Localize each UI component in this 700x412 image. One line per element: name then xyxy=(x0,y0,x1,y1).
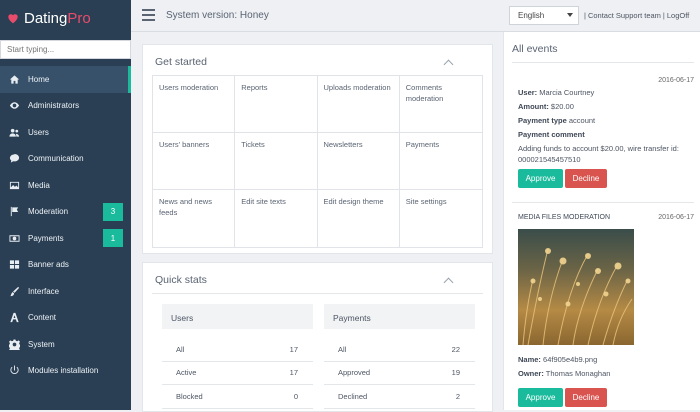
sidebar-item-label: Interface xyxy=(28,286,60,296)
sidebar-item-administrators[interactable]: Administrators xyxy=(0,93,131,120)
quick-stats-title: Quick stats xyxy=(155,274,207,286)
get-started-link[interactable]: Uploads moderation xyxy=(317,76,400,133)
media-name: Name: 64f905e4b9.png xyxy=(518,355,598,364)
sidebar: DatingPro Home Administrators Users Comm… xyxy=(0,0,131,410)
get-started-link[interactable]: Comments moderation xyxy=(399,76,482,133)
grid-icon xyxy=(8,259,20,271)
sidebar-item-label: Banner ads xyxy=(28,260,69,270)
table-row[interactable]: Blocked 0 xyxy=(162,385,313,409)
event-amount: Amount: $20.00 xyxy=(518,102,574,111)
table-row[interactable]: Active 17 xyxy=(162,362,313,385)
top-links: | Contact Support team | LogOff xyxy=(584,11,690,20)
font-icon xyxy=(8,312,20,324)
get-started-title: Get started xyxy=(155,56,207,68)
sidebar-item-home[interactable]: Home xyxy=(0,66,131,93)
event-user: User: Marcia Courtney xyxy=(518,88,595,97)
get-started-grid: Users moderation Reports Uploads moderat… xyxy=(152,75,483,248)
chevron-down-icon xyxy=(567,13,573,17)
gear-icon xyxy=(8,338,20,350)
logoff-link[interactable]: LogOff xyxy=(667,11,689,20)
chevron-up-icon[interactable] xyxy=(443,277,454,288)
menu-icon[interactable] xyxy=(142,9,155,21)
get-started-link[interactable]: Edit design theme xyxy=(318,190,400,247)
heart-icon xyxy=(6,11,20,25)
sidebar-item-label: Users xyxy=(28,127,49,137)
approve-payment-button[interactable]: Approve xyxy=(518,169,563,188)
eye-icon xyxy=(8,100,20,112)
sidebar-item-label: Payments xyxy=(28,233,64,243)
payments-stats: Payments All 22 Approved 19 Declined 2 xyxy=(324,304,475,409)
get-started-panel: Get started Users moderation Reports Upl… xyxy=(142,44,493,254)
payments-count-badge: 1 xyxy=(103,229,123,247)
sidebar-nav: Home Administrators Users Communication … xyxy=(0,66,131,384)
get-started-link[interactable]: Users moderation xyxy=(153,76,236,133)
decline-media-button[interactable]: Decline xyxy=(565,388,607,407)
search-box xyxy=(0,40,131,59)
media-owner: Owner: Thomas Monaghan xyxy=(518,369,611,378)
events-panel: All events 2016-06-17 User: Marcia Court… xyxy=(503,32,700,410)
search-input[interactable] xyxy=(1,41,130,58)
decline-payment-button[interactable]: Decline xyxy=(565,169,607,188)
quick-stats-panel: Quick stats Users All 17 Active 17 Blocked… xyxy=(142,262,493,412)
sidebar-item-moderation[interactable]: Moderation 3 xyxy=(0,199,131,226)
language-select[interactable]: English xyxy=(509,6,579,25)
sidebar-item-banner-ads[interactable]: Banner ads xyxy=(0,252,131,279)
sidebar-item-interface[interactable]: Interface xyxy=(0,278,131,305)
sidebar-item-content[interactable]: Content xyxy=(0,305,131,332)
event-date: 2016-06-17 xyxy=(658,214,694,221)
image-icon xyxy=(8,179,20,191)
sidebar-item-label: Content xyxy=(28,313,57,323)
sidebar-item-label: Media xyxy=(28,180,50,190)
topbar: System version: Honey English | Contact S… xyxy=(131,0,700,32)
sidebar-item-label: System xyxy=(28,339,55,349)
logo[interactable]: DatingPro xyxy=(0,0,131,36)
chat-icon xyxy=(8,153,20,165)
get-started-link[interactable]: Tickets xyxy=(235,133,318,190)
approve-media-button[interactable]: Approve xyxy=(518,388,563,407)
sidebar-item-modules-installation[interactable]: Modules installation xyxy=(0,358,131,385)
get-started-link[interactable]: Reports xyxy=(235,76,318,133)
sidebar-item-media[interactable]: Media xyxy=(0,172,131,199)
table-row[interactable]: All 17 xyxy=(162,338,313,362)
event-date: 2016-06-17 xyxy=(658,77,694,84)
get-started-link[interactable]: Payments xyxy=(399,133,482,190)
users-icon xyxy=(8,126,20,138)
sidebar-item-payments[interactable]: Payments 1 xyxy=(0,225,131,252)
users-stats-title: Users xyxy=(162,304,313,329)
table-row[interactable]: Approved 19 xyxy=(324,362,475,385)
event-comment-label: Payment comment xyxy=(518,130,585,139)
event-comment-text: Adding funds to account $20.00, wire tra… xyxy=(518,144,679,164)
table-row[interactable]: All 22 xyxy=(324,338,475,362)
system-version: System version: Honey xyxy=(166,10,269,21)
moderation-count-badge: 3 xyxy=(103,202,123,221)
sidebar-item-label: Modules installation xyxy=(28,366,99,376)
contact-support-link[interactable]: Contact Support team xyxy=(588,11,661,20)
chevron-up-icon[interactable] xyxy=(443,59,454,70)
sidebar-item-system[interactable]: System xyxy=(0,331,131,358)
sidebar-item-label: Administrators xyxy=(28,101,80,111)
events-title: All events xyxy=(512,43,558,55)
money-icon xyxy=(8,232,20,244)
sidebar-item-communication[interactable]: Communication xyxy=(0,146,131,173)
sidebar-item-label: Home xyxy=(28,74,50,84)
table-row[interactable]: Declined 2 xyxy=(324,385,475,409)
home-icon xyxy=(8,73,20,85)
get-started-link[interactable]: Site settings xyxy=(400,190,482,247)
brush-icon xyxy=(8,285,20,297)
logo-text: DatingPro xyxy=(24,9,91,27)
users-stats: Users All 17 Active 17 Blocked 0 xyxy=(162,304,313,409)
get-started-link[interactable]: Edit site texts xyxy=(235,190,318,247)
get-started-link[interactable]: Users' banners xyxy=(153,133,236,190)
media-thumbnail[interactable] xyxy=(518,229,634,345)
get-started-link[interactable]: Newsletters xyxy=(317,133,400,190)
power-icon xyxy=(8,365,20,377)
get-started-link[interactable]: News and news feeds xyxy=(153,190,236,247)
sidebar-item-label: Moderation xyxy=(28,207,69,217)
sidebar-item-users[interactable]: Users xyxy=(0,119,131,146)
sidebar-item-label: Communication xyxy=(28,154,84,164)
event-payment-type: Payment type account xyxy=(518,116,596,125)
payments-stats-title: Payments xyxy=(324,304,475,329)
media-moderation-heading: MEDIA FILES MODERATION xyxy=(518,214,611,221)
flag-icon xyxy=(8,206,20,218)
